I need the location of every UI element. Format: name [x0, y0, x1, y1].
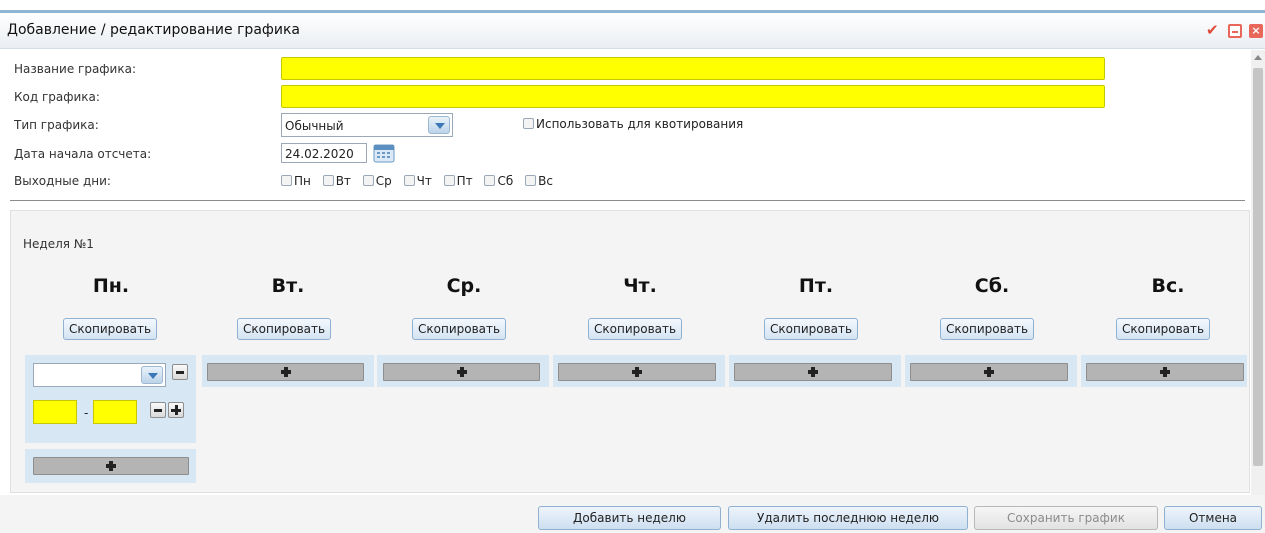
start-date-label: Дата начала отсчета:: [14, 147, 152, 161]
copy-button-fri[interactable]: Скопировать: [764, 318, 859, 340]
plus-icon[interactable]: [168, 402, 184, 418]
calendar-icon[interactable]: [372, 142, 396, 164]
plus-icon: [1160, 367, 1170, 377]
time-separator: -: [84, 406, 89, 420]
chevron-down-icon[interactable]: [141, 366, 163, 384]
add-interval-button-sat[interactable]: [910, 363, 1068, 381]
name-input[interactable]: [281, 57, 1105, 80]
type-select-value: Обычный: [285, 119, 344, 133]
weekend-sun-label: Вс: [538, 174, 553, 188]
remove-interval-button[interactable]: [172, 364, 188, 380]
add-interval-button-fri[interactable]: [734, 363, 892, 381]
weekend-tue-label: Вт: [335, 174, 351, 188]
close-icon[interactable]: ×: [1249, 24, 1263, 38]
delete-last-week-button[interactable]: Удалить последнюю неделю: [728, 506, 968, 530]
day-header-wed: Ср.: [446, 275, 482, 297]
time-to-input[interactable]: [93, 400, 137, 424]
remove-time-button[interactable]: [150, 402, 166, 418]
weekend-checkboxes: Пн Вт Ср Чт Пт Сб Вс: [281, 174, 561, 188]
code-label: Код графика:: [14, 90, 100, 104]
week-panel: Неделя №1 Пн. Вт. Ср. Чт. Пт. Сб. Вс. Ск…: [10, 210, 1250, 493]
copy-button-thu[interactable]: Скопировать: [588, 318, 683, 340]
plus-icon: [808, 367, 818, 377]
weekend-fri-label: Пт: [456, 174, 473, 188]
copy-button-mon[interactable]: Скопировать: [63, 318, 158, 340]
day-header-sat: Сб.: [974, 275, 1010, 297]
vertical-scrollbar[interactable]: [1251, 50, 1265, 495]
weekend-sat[interactable]: Сб: [484, 174, 513, 188]
add-interval-button-mon[interactable]: [33, 457, 189, 475]
type-label: Тип графика:: [14, 118, 99, 132]
start-date-input[interactable]: 24.02.2020: [281, 143, 367, 163]
chevron-down-icon[interactable]: [428, 116, 450, 134]
type-select[interactable]: Обычный: [281, 113, 453, 137]
minus-icon: [176, 371, 184, 374]
weekend-thu-label: Чт: [416, 174, 432, 188]
code-input[interactable]: [281, 85, 1105, 108]
checkbox-icon[interactable]: [525, 175, 537, 186]
minimize-icon[interactable]: [1228, 24, 1242, 38]
day-header-mon: Пн.: [92, 275, 130, 297]
scrollbar-thumb[interactable]: [1253, 68, 1263, 466]
checkbox-icon[interactable]: [443, 175, 455, 186]
copy-button-wed[interactable]: Скопировать: [412, 318, 507, 340]
weekend-tue[interactable]: Вт: [322, 174, 351, 188]
add-interval-button-sun[interactable]: [1086, 363, 1244, 381]
weekend-mon-label: Пн: [294, 174, 311, 188]
copy-button-sat[interactable]: Скопировать: [940, 318, 1035, 340]
day-header-thu: Чт.: [623, 275, 657, 297]
checkbox-icon[interactable]: [362, 175, 374, 186]
time-from-input[interactable]: [33, 400, 77, 424]
add-interval-button-tue[interactable]: [207, 363, 364, 381]
checkbox-icon[interactable]: [322, 175, 334, 186]
save-schedule-button[interactable]: Сохранить график: [974, 506, 1158, 530]
add-interval-button-wed[interactable]: [383, 363, 540, 381]
schedule-form: Название графика: Код графика: Тип графи…: [0, 50, 1250, 210]
plus-icon: [456, 367, 467, 377]
plus-icon: [984, 367, 994, 377]
day-header-tue: Вт.: [271, 275, 305, 297]
quota-checkbox[interactable]: Использовать для квотирования: [523, 117, 743, 131]
weekend-wed-label: Ср: [375, 174, 392, 188]
plus-icon: [280, 367, 291, 377]
checkbox-icon[interactable]: [403, 175, 415, 186]
interval-type-select[interactable]: [33, 363, 166, 387]
weekend-wed[interactable]: Ср: [362, 174, 392, 188]
weekends-label: Выходные дни:: [14, 174, 111, 188]
weekend-mon[interactable]: Пн: [281, 174, 311, 188]
name-label: Название графика:: [14, 62, 137, 76]
copy-button-sun[interactable]: Скопировать: [1116, 318, 1211, 340]
title-bar: Добавление / редактирование графика ✔ ×: [0, 13, 1265, 49]
checkbox-icon[interactable]: [281, 175, 292, 186]
day-header-fri: Пт.: [798, 275, 834, 297]
add-week-button[interactable]: Добавить неделю: [538, 506, 721, 530]
week-label: Неделя №1: [23, 237, 94, 251]
day-header-sun: Вс.: [1151, 275, 1185, 297]
footer-toolbar: Добавить неделю Удалить последнюю неделю…: [0, 495, 1265, 533]
plus-icon: [106, 461, 116, 471]
form-divider: [10, 200, 1245, 201]
weekend-sat-label: Сб: [497, 174, 514, 188]
cancel-button[interactable]: Отмена: [1164, 506, 1262, 530]
weekend-sun[interactable]: Вс: [525, 174, 553, 188]
minus-icon: [154, 409, 162, 412]
checkbox-icon[interactable]: [523, 118, 534, 129]
start-date-value: 24.02.2020: [285, 147, 354, 161]
check-icon[interactable]: ✔: [1206, 23, 1220, 38]
plus-icon: [632, 367, 642, 377]
weekend-fri[interactable]: Пт: [443, 174, 473, 188]
scroll-up-icon[interactable]: [1254, 55, 1262, 60]
copy-button-tue[interactable]: Скопировать: [237, 318, 332, 340]
quota-label: Использовать для квотирования: [536, 117, 744, 131]
window-title: Добавление / редактирование графика: [7, 22, 301, 38]
add-interval-button-thu[interactable]: [558, 363, 716, 381]
checkbox-icon[interactable]: [484, 175, 496, 186]
weekend-thu[interactable]: Чт: [403, 174, 432, 188]
